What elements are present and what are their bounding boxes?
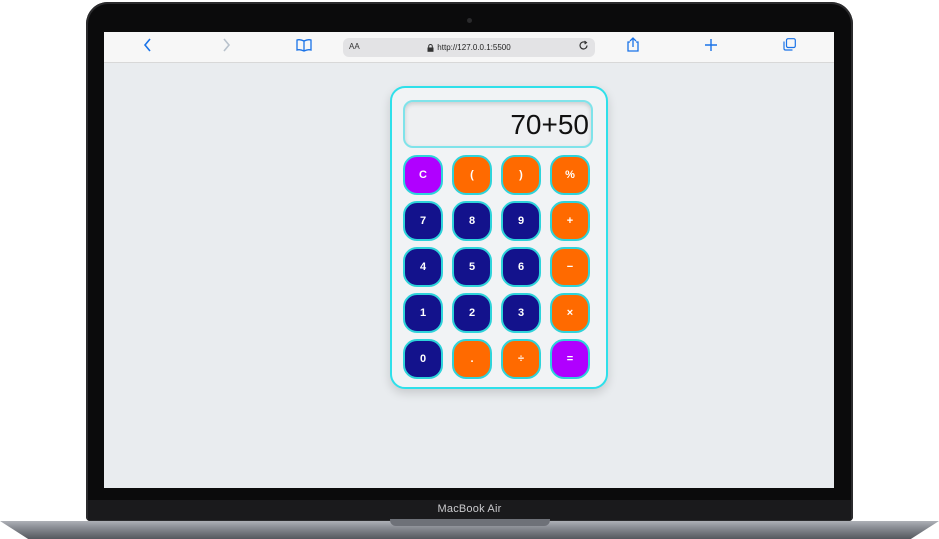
book-icon — [296, 38, 312, 57]
chevron-left-icon — [143, 37, 153, 57]
chevron-right-icon — [221, 37, 231, 57]
url-text: http://127.0.0.1:5500 — [437, 43, 511, 52]
close-paren-button[interactable]: ) — [501, 155, 541, 195]
share-icon — [627, 37, 639, 57]
digit-1-button[interactable]: 1 — [403, 293, 443, 333]
laptop-notch — [390, 519, 550, 526]
forward-button[interactable] — [214, 37, 238, 57]
camera-dot — [467, 18, 472, 23]
digit-6-button[interactable]: 6 — [501, 247, 541, 287]
bookmarks-button[interactable] — [292, 37, 316, 57]
digit-9-button[interactable]: 9 — [501, 201, 541, 241]
tabs-button[interactable] — [777, 37, 801, 57]
address-bar[interactable]: AA http://127.0.0.1:5500 — [343, 38, 595, 57]
divide-button[interactable]: ÷ — [501, 339, 541, 379]
equals-button[interactable]: = — [550, 339, 590, 379]
digit-7-button[interactable]: 7 — [403, 201, 443, 241]
new-tab-button[interactable] — [699, 37, 723, 57]
digit-5-button[interactable]: 5 — [452, 247, 492, 287]
digit-4-button[interactable]: 4 — [403, 247, 443, 287]
minus-button[interactable]: − — [550, 247, 590, 287]
calculator: 70+50 C()% 7 8 9 +4 5 6− 1 2 3 × 0. ÷ = — [390, 86, 608, 389]
digit-3-button[interactable]: 3 — [501, 293, 541, 333]
open-paren-button[interactable]: ( — [452, 155, 492, 195]
multiply-button[interactable]: × — [550, 293, 590, 333]
plus-icon — [705, 38, 717, 56]
tabs-icon — [782, 38, 796, 56]
share-button[interactable] — [621, 37, 645, 57]
screen: AA http://127.0.0.1:5500 70+50 C () % 7… — [104, 32, 834, 488]
reload-icon[interactable] — [578, 40, 589, 54]
lock-icon — [427, 39, 434, 57]
back-button[interactable] — [136, 37, 160, 57]
calculator-display: 70+50 — [403, 100, 593, 148]
digit-8-button[interactable]: 8 — [452, 201, 492, 241]
plus-button[interactable]: + — [550, 201, 590, 241]
digit-2-button[interactable]: 2 — [452, 293, 492, 333]
percent-button[interactable]: % — [550, 155, 590, 195]
brand-label: MacBook Air — [437, 503, 502, 515]
digit-0-button[interactable]: 0 — [403, 339, 443, 379]
clear-button[interactable]: C — [403, 155, 443, 195]
browser-toolbar: AA http://127.0.0.1:5500 — [104, 32, 834, 63]
decimal-button[interactable]: . — [452, 339, 492, 379]
